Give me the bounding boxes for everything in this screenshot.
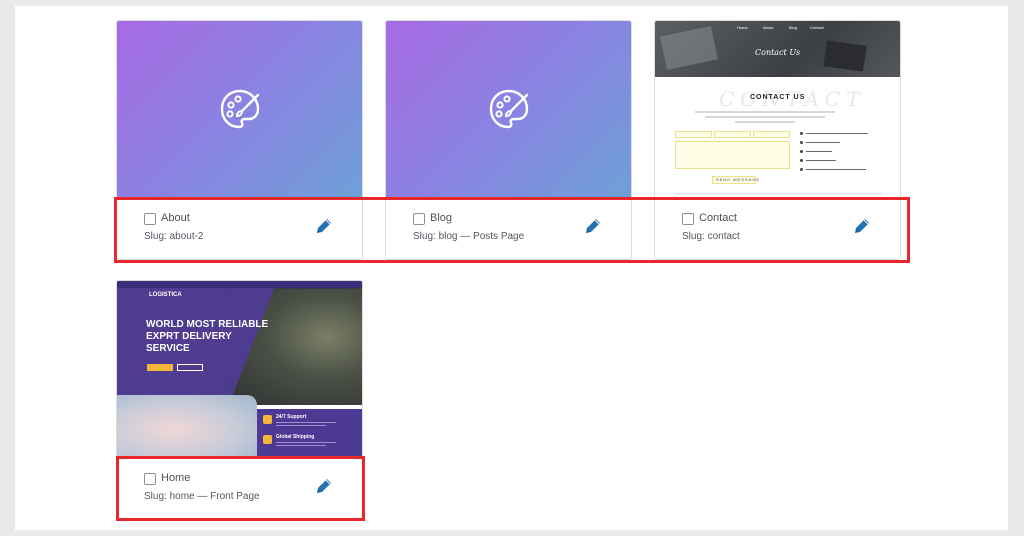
palette-icon	[489, 89, 528, 129]
preview-feature: Global Shipping	[276, 434, 315, 440]
page-slug: Slug: about-2	[144, 231, 204, 242]
page-card-info: Home Slug: home — Front Page	[117, 457, 362, 519]
preview-feature: 24/7 Support	[276, 414, 307, 420]
pencil-icon[interactable]	[583, 216, 603, 236]
select-checkbox[interactable]	[413, 213, 425, 225]
select-checkbox[interactable]	[682, 213, 694, 225]
select-checkbox[interactable]	[144, 213, 156, 225]
preview-nav-item: Home	[737, 25, 748, 30]
select-checkbox[interactable]	[144, 473, 156, 485]
page-card-blog[interactable]: Blog Slug: blog — Posts Page	[385, 20, 632, 260]
page-card-about[interactable]: About Slug: about-2	[116, 20, 363, 260]
page-title[interactable]: About	[161, 212, 190, 224]
page-card-home[interactable]: LOGISTICA WORLD MOST RELIABLE EXPRT DELI…	[116, 280, 363, 520]
home-features-panel: 24/7 Support Global Shipping	[257, 409, 362, 457]
home-hero-image: LOGISTICA WORLD MOST RELIABLE EXPRT DELI…	[117, 281, 362, 405]
page-slug: Slug: home — Front Page	[144, 491, 260, 502]
page-thumbnail[interactable]: Home About Blog Contact Contact Us CONTA…	[655, 21, 900, 197]
page-thumbnail[interactable]: LOGISTICA WORLD MOST RELIABLE EXPRT DELI…	[117, 281, 362, 457]
preview-send-button: SEND MESSAGE	[716, 177, 761, 182]
preview-heading: CONTACT US	[750, 94, 806, 101]
page-card-info: About Slug: about-2	[117, 197, 362, 259]
preview-logo: LOGISTICA	[149, 292, 182, 298]
page-card-contact[interactable]: Home About Blog Contact Contact Us CONTA…	[654, 20, 901, 260]
page-title[interactable]: Home	[161, 472, 190, 484]
pencil-icon[interactable]	[314, 216, 334, 236]
page-card-info: Contact Slug: contact	[655, 197, 900, 259]
page-grid-panel: About Slug: about-2 Blog Slug: blog — Po…	[15, 6, 1008, 530]
pencil-icon[interactable]	[314, 476, 334, 496]
page-slug: Slug: blog — Posts Page	[413, 231, 525, 242]
preview-nav-item: About	[763, 25, 774, 30]
home-sky-image	[117, 395, 257, 457]
page-card-info: Blog Slug: blog — Posts Page	[386, 197, 631, 259]
page-thumbnail[interactable]	[386, 21, 631, 197]
page-thumbnail[interactable]	[117, 21, 362, 197]
contact-hero-image: Home About Blog Contact Contact Us	[655, 21, 900, 77]
pencil-icon[interactable]	[852, 216, 872, 236]
page-title[interactable]: Contact	[699, 212, 737, 224]
preview-nav-item: Blog	[789, 25, 798, 30]
preview-headline: WORLD MOST RELIABLE EXPRT DELIVERY SERVI…	[146, 319, 269, 354]
page-slug: Slug: contact	[682, 231, 740, 242]
palette-icon	[220, 89, 259, 129]
preview-nav-item: Contact	[810, 25, 824, 30]
page-title[interactable]: Blog	[430, 212, 452, 224]
preview-hero-title: Contact Us	[755, 48, 801, 57]
